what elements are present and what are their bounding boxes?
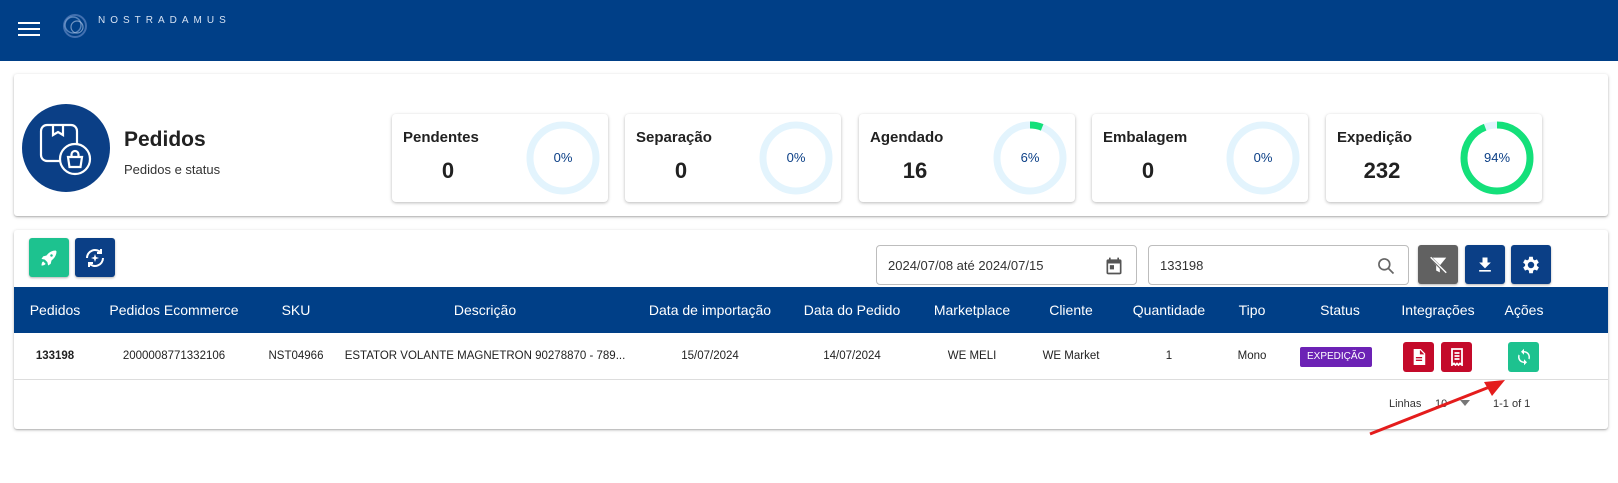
bag-box-icon: [39, 123, 92, 176]
col-data-pedido[interactable]: Data do Pedido: [792, 287, 912, 333]
cell-ecommerce: 2000008771332106: [122, 350, 226, 362]
cell-descricao: ESTATOR VOLANTE MAGNETRON 90278870 - 789…: [344, 350, 626, 362]
page-avatar: [22, 104, 110, 192]
cell-sku: NST04966: [268, 350, 324, 362]
stat-label: Embalagem: [1103, 129, 1188, 146]
label-button[interactable]: [1441, 342, 1472, 372]
filter-off-icon: [1428, 255, 1448, 274]
stat-label: Pendentes: [403, 129, 479, 146]
stat-value: 0: [1141, 158, 1155, 183]
calendar-icon[interactable]: [1104, 256, 1124, 276]
col-cliente[interactable]: Cliente: [1028, 287, 1114, 333]
cell-cliente: WE Market: [1042, 350, 1100, 362]
document-icon: [1413, 349, 1425, 365]
col-descricao[interactable]: Descrição: [340, 287, 630, 333]
cell-pedido: 133198: [35, 350, 75, 362]
refresh-order-button[interactable]: [1508, 342, 1539, 372]
rocket-icon: [41, 250, 57, 265]
stat-percent: 6%: [1020, 150, 1040, 165]
col-data-importacao[interactable]: Data de importação: [640, 287, 780, 333]
col-integracoes[interactable]: Integrações: [1392, 287, 1484, 333]
search-input[interactable]: 133198: [1160, 258, 1203, 273]
cell-data-importacao: 15/07/2024: [681, 350, 739, 362]
stat-label: Expedição: [1337, 129, 1413, 146]
col-pedidos-ecommerce[interactable]: Pedidos Ecommerce: [96, 287, 252, 333]
receipt-icon: [1450, 348, 1463, 366]
stat-agendado[interactable]: Agendado 16 6%: [859, 114, 1075, 202]
col-tipo[interactable]: Tipo: [1220, 287, 1284, 333]
table-header: Pedidos Pedidos Ecommerce SKU Descrição …: [14, 287, 1608, 333]
brand-name: NOSTRADAMUS: [98, 14, 231, 26]
stat-value: 0: [674, 158, 688, 183]
invoice-button[interactable]: [1403, 342, 1434, 372]
cell-marketplace: WE MELI: [947, 350, 997, 362]
download-icon: [1479, 257, 1491, 272]
top-bar: NOSTRADAMUS: [0, 0, 1618, 61]
gear-icon: [1523, 256, 1539, 273]
sync-button[interactable]: [75, 238, 115, 277]
clear-filter-button[interactable]: [1418, 245, 1458, 284]
annotation-arrow: [1369, 380, 1505, 436]
col-sku[interactable]: SKU: [252, 287, 340, 333]
stat-percent: 0%: [786, 150, 806, 165]
stat-separacao[interactable]: Separação 0 0%: [625, 114, 841, 202]
stat-label: Separação: [636, 129, 712, 146]
status-badge: EXPEDIÇÃO: [1300, 347, 1373, 367]
col-marketplace[interactable]: Marketplace: [920, 287, 1024, 333]
sync-sparkle-icon: [86, 248, 104, 267]
col-acoes[interactable]: Ações: [1492, 287, 1556, 333]
date-range-field[interactable]: 2024/07/08 até 2024/07/15: [876, 245, 1137, 285]
search-icon[interactable]: [1376, 256, 1396, 276]
stat-value: 16: [902, 158, 928, 183]
logo-icon: [63, 14, 87, 38]
stat-embalagem[interactable]: Embalagem 0 0%: [1092, 114, 1308, 202]
stat-expedicao[interactable]: Expedição 232 94%: [1326, 114, 1542, 202]
stat-percent: 0%: [553, 150, 573, 165]
stat-value: 0: [441, 158, 455, 183]
search-field[interactable]: 133198: [1148, 245, 1409, 285]
col-status[interactable]: Status: [1297, 287, 1383, 333]
col-quantidade[interactable]: Quantidade: [1120, 287, 1218, 333]
stat-value: 232: [1363, 158, 1401, 183]
page-subtitle: Pedidos e status: [124, 162, 221, 177]
refresh-icon: [1517, 348, 1530, 366]
cell-data-pedido: 14/07/2024: [823, 350, 881, 362]
stat-pendentes[interactable]: Pendentes 0 0%: [392, 114, 608, 202]
page-title: Pedidos: [124, 128, 206, 151]
stat-label: Agendado: [870, 129, 944, 146]
stat-percent: 94%: [1483, 150, 1511, 165]
summary-card: Pedidos Pedidos e status Pendentes 0 0% …: [14, 74, 1608, 216]
cell-tipo: Mono: [1237, 350, 1267, 362]
download-button[interactable]: [1465, 245, 1505, 284]
date-range-value: 2024/07/08 até 2024/07/15: [888, 258, 1044, 273]
rocket-button[interactable]: [29, 238, 69, 277]
menu-icon[interactable]: [18, 22, 40, 40]
brand-logo: NOSTRADAMUS: [60, 11, 231, 41]
cell-quantidade: 1: [1165, 350, 1173, 362]
stat-percent: 0%: [1253, 150, 1273, 165]
col-pedidos[interactable]: Pedidos: [14, 287, 96, 333]
settings-button[interactable]: [1511, 245, 1551, 284]
